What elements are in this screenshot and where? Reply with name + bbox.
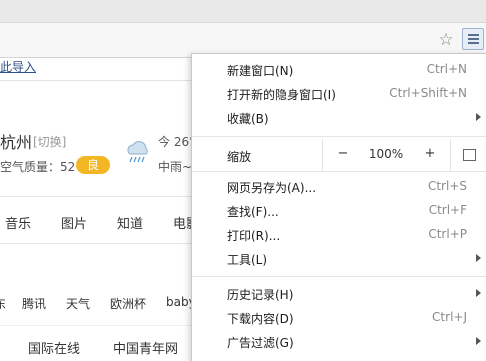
air-quality-badge: 良 (76, 156, 110, 174)
weather-condition: 中雨~ (158, 160, 193, 174)
menu-item-new-window[interactable]: 新建窗口(N) Ctrl+N (192, 58, 486, 82)
menu-item-print[interactable]: 打印(R)... Ctrl+P (192, 223, 486, 247)
weather-today: 今 26° (158, 135, 196, 149)
menu-separator (192, 171, 486, 172)
zoom-level: 100% (368, 147, 404, 161)
tab-strip (0, 0, 486, 23)
zoom-in-button[interactable]: + (410, 139, 450, 171)
menu-separator (192, 136, 486, 137)
site-link-youth[interactable]: 中国青年网 (113, 338, 178, 357)
zoom-label: 缩放 (227, 150, 252, 164)
submenu-arrow-icon (476, 289, 481, 297)
submenu-arrow-icon (476, 254, 481, 262)
menu-item-save-as[interactable]: 网页另存为(A)... Ctrl+S (192, 175, 486, 199)
hamburger-icon (468, 34, 479, 36)
menu-item-adblock[interactable]: 广告过滤(G) (192, 330, 486, 354)
divider (0, 80, 195, 81)
site-link[interactable]: 东 (0, 295, 6, 312)
menu-button[interactable] (462, 28, 484, 50)
site-link-cri[interactable]: 国际在线 (28, 338, 80, 357)
menu-separator (192, 276, 486, 277)
air-quality-label: 空气质量：52 (0, 160, 76, 174)
site-link-tencent[interactable]: 腾讯 (22, 295, 46, 312)
zoom-row: 缩放 − 100% + (192, 139, 486, 171)
site-link-weather[interactable]: 天气 (66, 295, 90, 312)
nav-item-zhidao[interactable]: 知道 (117, 213, 143, 232)
submenu-arrow-icon (476, 337, 481, 345)
nav-item-music[interactable]: 音乐 (5, 213, 31, 232)
weather-city: 杭州 (0, 133, 33, 152)
browser-main-menu: 新建窗口(N) Ctrl+N 打开新的隐身窗口(I) Ctrl+Shift+N … (191, 53, 486, 361)
import-link[interactable]: 此导入 (0, 58, 36, 75)
rain-cloud-icon (127, 141, 148, 163)
submenu-arrow-icon (476, 113, 481, 121)
fullscreen-icon[interactable] (450, 139, 486, 171)
menu-item-downloads[interactable]: 下载内容(D) Ctrl+J (192, 306, 486, 330)
zoom-out-button[interactable]: − (322, 139, 363, 171)
menu-item-find[interactable]: 查找(F)... Ctrl+F (192, 199, 486, 223)
nav-item-images[interactable]: 图片 (61, 213, 87, 232)
menu-item-bookmarks[interactable]: 收藏(B) (192, 106, 486, 130)
menu-item-tools[interactable]: 工具(L) (192, 247, 486, 271)
site-link-euro-cup[interactable]: 欧洲杯 (110, 295, 146, 312)
menu-item-history[interactable]: 历史记录(H) (192, 282, 486, 306)
divider (0, 325, 195, 326)
menu-item-incognito[interactable]: 打开新的隐身窗口(I) Ctrl+Shift+N (192, 82, 486, 106)
bookmark-star-icon[interactable]: ☆ (436, 30, 456, 50)
city-switch-link[interactable]: [切换] (33, 133, 66, 150)
